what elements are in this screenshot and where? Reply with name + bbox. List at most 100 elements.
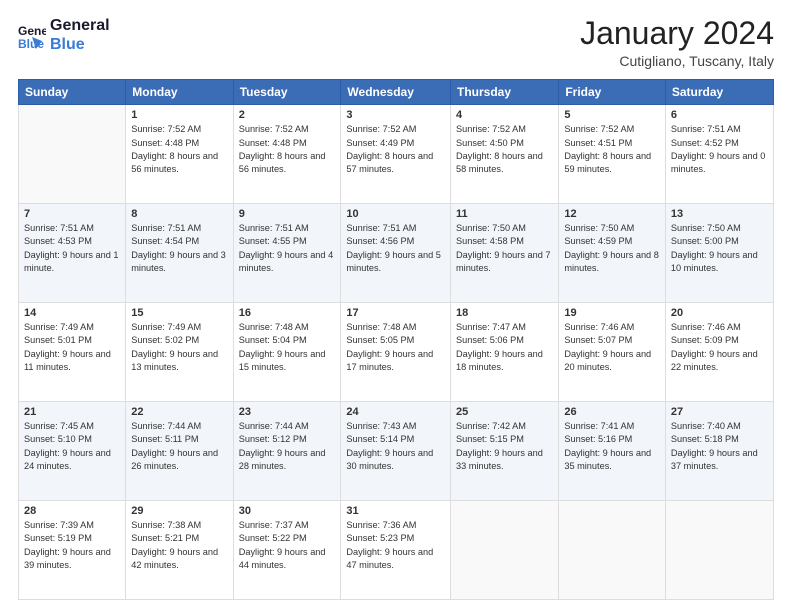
- day-info: Sunrise: 7:48 AM Sunset: 5:04 PM Dayligh…: [239, 321, 336, 374]
- day-info: Sunrise: 7:52 AM Sunset: 4:49 PM Dayligh…: [346, 123, 445, 176]
- day-cell: 18 Sunrise: 7:47 AM Sunset: 5:06 PM Dayli…: [451, 303, 559, 402]
- day-info: Sunrise: 7:50 AM Sunset: 4:58 PM Dayligh…: [456, 222, 553, 275]
- day-number: 25: [456, 406, 553, 418]
- day-info: Sunrise: 7:49 AM Sunset: 5:02 PM Dayligh…: [131, 321, 227, 374]
- day-info: Sunrise: 7:41 AM Sunset: 5:16 PM Dayligh…: [564, 420, 660, 473]
- day-number: 1: [131, 109, 227, 121]
- col-header-wednesday: Wednesday: [341, 80, 451, 105]
- day-number: 16: [239, 307, 336, 319]
- day-cell: 28Sunrise: 7:39 AM Sunset: 5:19 PM Dayli…: [19, 501, 126, 600]
- calendar-subtitle: Cutigliano, Tuscany, Italy: [580, 53, 774, 69]
- day-cell: [19, 105, 126, 204]
- day-number: 6: [671, 109, 768, 121]
- day-number: 11: [456, 208, 553, 220]
- col-header-monday: Monday: [126, 80, 233, 105]
- day-number: 23: [239, 406, 336, 418]
- day-cell: 24 Sunrise: 7:43 AM Sunset: 5:14 PM Dayli…: [341, 402, 451, 501]
- logo-icon: General Blue: [18, 21, 46, 49]
- day-cell: 9Sunrise: 7:51 AM Sunset: 4:55 PM Daylig…: [233, 204, 341, 303]
- week-row-2: 7 Sunrise: 7:51 AM Sunset: 4:53 PM Daylig…: [19, 204, 774, 303]
- day-cell: 30Sunrise: 7:37 AM Sunset: 5:22 PM Dayli…: [233, 501, 341, 600]
- day-number: 19: [564, 307, 660, 319]
- day-info: Sunrise: 7:44 AM Sunset: 5:12 PM Dayligh…: [239, 420, 336, 473]
- day-cell: [559, 501, 666, 600]
- day-number: 28: [24, 505, 120, 517]
- day-info: Sunrise: 7:43 AM Sunset: 5:14 PM Dayligh…: [346, 420, 445, 473]
- day-info: Sunrise: 7:52 AM Sunset: 4:50 PM Dayligh…: [456, 123, 553, 176]
- day-number: 27: [671, 406, 768, 418]
- day-info: Sunrise: 7:37 AM Sunset: 5:22 PM Dayligh…: [239, 519, 336, 572]
- day-number: 7: [24, 208, 120, 220]
- day-info: Sunrise: 7:45 AM Sunset: 5:10 PM Dayligh…: [24, 420, 120, 473]
- day-cell: [665, 501, 773, 600]
- logo-blue: Blue: [50, 35, 110, 54]
- col-header-thursday: Thursday: [451, 80, 559, 105]
- day-cell: 22Sunrise: 7:44 AM Sunset: 5:11 PM Dayli…: [126, 402, 233, 501]
- day-number: 26: [564, 406, 660, 418]
- day-cell: 26 Sunrise: 7:41 AM Sunset: 5:16 PM Dayli…: [559, 402, 666, 501]
- day-number: 17: [346, 307, 445, 319]
- col-header-saturday: Saturday: [665, 80, 773, 105]
- day-info: Sunrise: 7:36 AM Sunset: 5:23 PM Dayligh…: [346, 519, 445, 572]
- day-cell: 27 Sunrise: 7:40 AM Sunset: 5:18 PM Dayli…: [665, 402, 773, 501]
- day-number: 5: [564, 109, 660, 121]
- page: General Blue General Blue January 2024 C…: [0, 0, 792, 612]
- day-cell: 11 Sunrise: 7:50 AM Sunset: 4:58 PM Dayli…: [451, 204, 559, 303]
- day-cell: 1 Sunrise: 7:52 AM Sunset: 4:48 PM Daylig…: [126, 105, 233, 204]
- day-cell: 25 Sunrise: 7:42 AM Sunset: 5:15 PM Dayli…: [451, 402, 559, 501]
- day-cell: 31 Sunrise: 7:36 AM Sunset: 5:23 PM Dayli…: [341, 501, 451, 600]
- day-number: 4: [456, 109, 553, 121]
- svg-text:General: General: [18, 24, 46, 38]
- day-cell: 16 Sunrise: 7:48 AM Sunset: 5:04 PM Dayli…: [233, 303, 341, 402]
- week-row-5: 28Sunrise: 7:39 AM Sunset: 5:19 PM Dayli…: [19, 501, 774, 600]
- calendar-table: SundayMondayTuesdayWednesdayThursdayFrid…: [18, 79, 774, 600]
- day-number: 29: [131, 505, 227, 517]
- day-info: Sunrise: 7:51 AM Sunset: 4:53 PM Dayligh…: [24, 222, 120, 275]
- day-number: 31: [346, 505, 445, 517]
- day-info: Sunrise: 7:52 AM Sunset: 4:48 PM Dayligh…: [239, 123, 336, 176]
- day-number: 20: [671, 307, 768, 319]
- col-header-tuesday: Tuesday: [233, 80, 341, 105]
- week-row-4: 21Sunrise: 7:45 AM Sunset: 5:10 PM Dayli…: [19, 402, 774, 501]
- day-cell: 5Sunrise: 7:52 AM Sunset: 4:51 PM Daylig…: [559, 105, 666, 204]
- day-info: Sunrise: 7:50 AM Sunset: 4:59 PM Dayligh…: [564, 222, 660, 275]
- day-cell: 13Sunrise: 7:50 AM Sunset: 5:00 PM Dayli…: [665, 204, 773, 303]
- day-info: Sunrise: 7:49 AM Sunset: 5:01 PM Dayligh…: [24, 321, 120, 374]
- day-cell: 2 Sunrise: 7:52 AM Sunset: 4:48 PM Daylig…: [233, 105, 341, 204]
- day-cell: 19Sunrise: 7:46 AM Sunset: 5:07 PM Dayli…: [559, 303, 666, 402]
- title-block: January 2024 Cutigliano, Tuscany, Italy: [580, 16, 774, 69]
- day-cell: 6 Sunrise: 7:51 AM Sunset: 4:52 PM Daylig…: [665, 105, 773, 204]
- day-cell: [451, 501, 559, 600]
- header-row: SundayMondayTuesdayWednesdayThursdayFrid…: [19, 80, 774, 105]
- day-info: Sunrise: 7:47 AM Sunset: 5:06 PM Dayligh…: [456, 321, 553, 374]
- day-info: Sunrise: 7:52 AM Sunset: 4:48 PM Dayligh…: [131, 123, 227, 176]
- day-number: 2: [239, 109, 336, 121]
- day-cell: 14 Sunrise: 7:49 AM Sunset: 5:01 PM Dayli…: [19, 303, 126, 402]
- col-header-sunday: Sunday: [19, 80, 126, 105]
- day-info: Sunrise: 7:51 AM Sunset: 4:52 PM Dayligh…: [671, 123, 768, 176]
- day-cell: 20Sunrise: 7:46 AM Sunset: 5:09 PM Dayli…: [665, 303, 773, 402]
- day-number: 18: [456, 307, 553, 319]
- day-cell: 21Sunrise: 7:45 AM Sunset: 5:10 PM Dayli…: [19, 402, 126, 501]
- logo: General Blue General Blue: [18, 16, 110, 54]
- day-cell: 29Sunrise: 7:38 AM Sunset: 5:21 PM Dayli…: [126, 501, 233, 600]
- day-number: 8: [131, 208, 227, 220]
- day-info: Sunrise: 7:40 AM Sunset: 5:18 PM Dayligh…: [671, 420, 768, 473]
- day-info: Sunrise: 7:51 AM Sunset: 4:55 PM Dayligh…: [239, 222, 336, 275]
- col-header-friday: Friday: [559, 80, 666, 105]
- day-cell: 17Sunrise: 7:48 AM Sunset: 5:05 PM Dayli…: [341, 303, 451, 402]
- day-cell: 7 Sunrise: 7:51 AM Sunset: 4:53 PM Daylig…: [19, 204, 126, 303]
- day-cell: 15Sunrise: 7:49 AM Sunset: 5:02 PM Dayli…: [126, 303, 233, 402]
- day-number: 24: [346, 406, 445, 418]
- logo-general: General: [50, 16, 110, 35]
- day-cell: 12Sunrise: 7:50 AM Sunset: 4:59 PM Dayli…: [559, 204, 666, 303]
- day-info: Sunrise: 7:42 AM Sunset: 5:15 PM Dayligh…: [456, 420, 553, 473]
- day-number: 14: [24, 307, 120, 319]
- day-cell: 8Sunrise: 7:51 AM Sunset: 4:54 PM Daylig…: [126, 204, 233, 303]
- svg-text:Blue: Blue: [18, 37, 44, 49]
- day-number: 22: [131, 406, 227, 418]
- day-cell: 23 Sunrise: 7:44 AM Sunset: 5:12 PM Dayli…: [233, 402, 341, 501]
- header: General Blue General Blue January 2024 C…: [18, 16, 774, 69]
- week-row-3: 14 Sunrise: 7:49 AM Sunset: 5:01 PM Dayli…: [19, 303, 774, 402]
- week-row-1: 1 Sunrise: 7:52 AM Sunset: 4:48 PM Daylig…: [19, 105, 774, 204]
